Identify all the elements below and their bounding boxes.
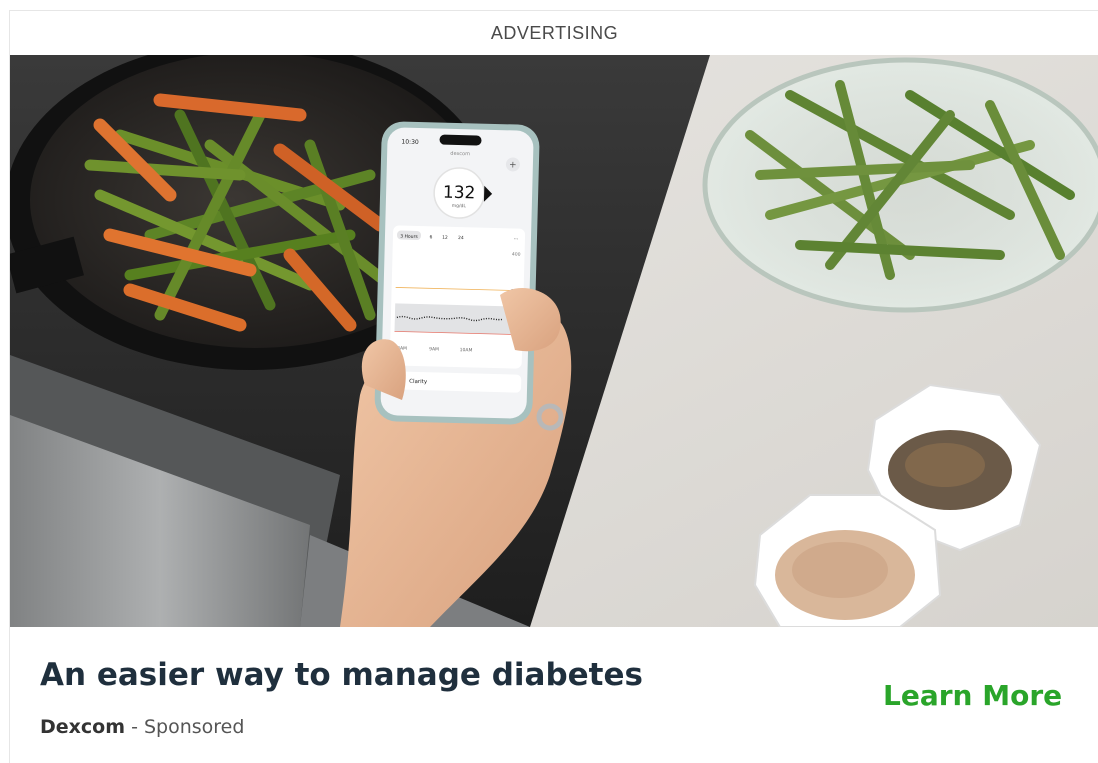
- add-reading-icon: +: [509, 160, 517, 170]
- glucose-unit: mg/dL: [452, 203, 467, 209]
- range-tab-12: 12: [442, 235, 448, 241]
- ad-card[interactable]: ADVERTISING 10:30 dexcom + 132 mg/dL 3 H…: [9, 10, 1098, 763]
- range-tab-3h: 3 Hours: [400, 234, 418, 240]
- ad-image[interactable]: 10:30 dexcom + 132 mg/dL 3 Hours 6 12 24…: [10, 55, 1098, 627]
- range-tab-6: 6: [429, 234, 432, 240]
- advertiser-name[interactable]: Dexcom: [40, 716, 125, 738]
- phone-brand: dexcom: [450, 151, 470, 158]
- x-tick-10am: 10AM: [460, 347, 473, 353]
- advertising-label: ADVERTISING: [490, 23, 619, 43]
- range-tab-24: 24: [458, 235, 464, 241]
- byline-separator: -: [125, 716, 144, 738]
- y-tick-400: 400: [512, 251, 521, 257]
- clarity-label: Clarity: [409, 379, 428, 385]
- more-icon: ···: [513, 236, 518, 242]
- learn-more-button[interactable]: Learn More: [883, 679, 1062, 712]
- sponsored-label: Sponsored: [143, 716, 245, 738]
- ad-byline: Dexcom - Sponsored: [40, 716, 244, 738]
- ad-headline[interactable]: An easier way to manage diabetes: [40, 657, 643, 693]
- phone-time: 10:30: [401, 139, 419, 146]
- glucose-value: 132: [443, 183, 476, 204]
- x-tick-9am: 9AM: [429, 346, 439, 352]
